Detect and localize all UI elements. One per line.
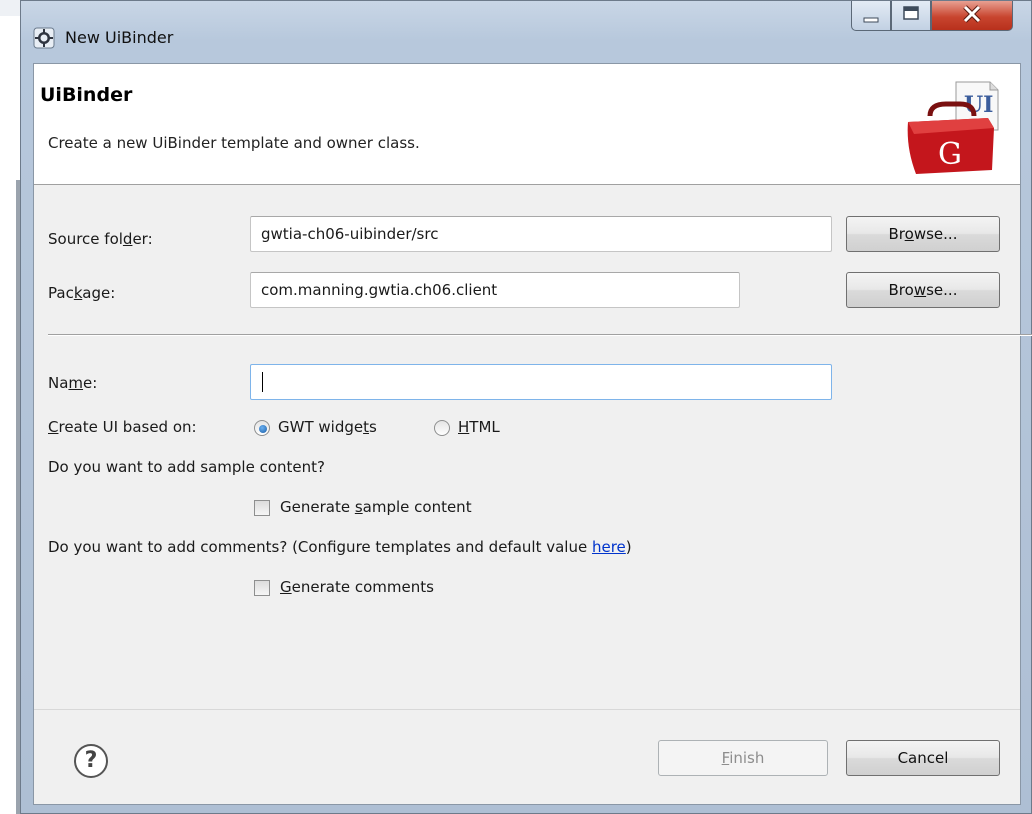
create-ui-label: Create UI based on: (48, 418, 197, 436)
wizard-header: UiBinder Create a new UiBinder template … (34, 64, 1020, 185)
cancel-button[interactable]: Cancel (846, 740, 1000, 776)
source-folder-label: Source folder: (48, 230, 153, 248)
html-radio[interactable] (434, 420, 450, 436)
finish-button[interactable]: Finish (658, 740, 828, 776)
maximize-button[interactable] (891, 1, 931, 31)
close-icon (963, 5, 981, 23)
html-label[interactable]: HTML (458, 418, 500, 436)
comments-question: Do you want to add comments? (Configure … (48, 538, 632, 556)
name-input[interactable] (250, 364, 832, 400)
gwt-widgets-radio[interactable] (254, 420, 270, 436)
dialog-client-area: UiBinder Create a new UiBinder template … (33, 63, 1032, 805)
package-label: Package: (48, 284, 116, 302)
text-cursor (262, 372, 263, 392)
generate-comments-label[interactable]: Generate comments (280, 578, 434, 596)
package-browse-button[interactable]: Browse... (846, 272, 1000, 308)
minimize-icon (863, 17, 879, 23)
sample-content-question: Do you want to add sample content? (48, 458, 325, 476)
form-separator (48, 334, 1032, 336)
package-field[interactable]: com.manning.gwtia.ch06.client (250, 272, 740, 308)
help-icon[interactable]: ? (74, 744, 108, 778)
eclipse-dialog-icon (33, 27, 55, 49)
new-uibinder-dialog: New UiBinder UiBinder Create a new UiBin… (20, 0, 1032, 814)
name-label: Name: (48, 374, 98, 392)
page-description: Create a new UiBinder template and owner… (48, 134, 420, 152)
maximize-icon (903, 6, 919, 20)
source-folder-browse-button[interactable]: Browse... (846, 216, 1000, 252)
close-button[interactable] (931, 1, 1013, 31)
generate-sample-content-checkbox[interactable] (254, 500, 270, 516)
source-folder-field[interactable]: gwtia-ch06-uibinder/src (250, 216, 832, 252)
radio-selected-dot (259, 425, 267, 433)
window-title: New UiBinder (65, 28, 174, 47)
banner-g-letter: G (938, 137, 962, 172)
footer-separator (34, 709, 1020, 710)
generate-sample-content-label[interactable]: Generate sample content (280, 498, 472, 516)
gwt-toolbox-ui-icon: UI G (907, 81, 999, 174)
generate-comments-checkbox[interactable] (254, 580, 270, 596)
minimize-button[interactable] (851, 1, 891, 31)
configure-templates-link[interactable]: here (592, 538, 626, 556)
page-title: UiBinder (40, 84, 133, 106)
gwt-widgets-label[interactable]: GWT widgets (278, 418, 377, 436)
